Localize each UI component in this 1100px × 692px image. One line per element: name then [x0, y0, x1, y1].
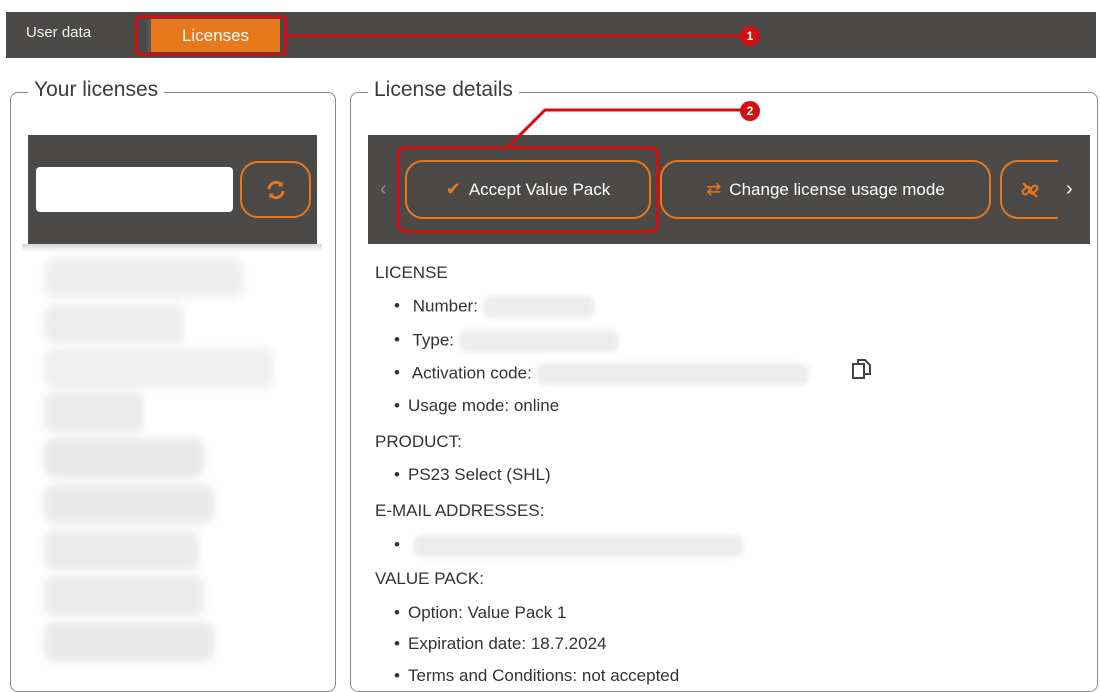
value-pack-heading: VALUE PACK: [375, 569, 484, 588]
list-shadow [22, 244, 322, 252]
license-details-title: License details [368, 78, 519, 102]
email-value [412, 535, 743, 557]
list-item[interactable] [44, 484, 214, 524]
license-heading: LICENSE [375, 263, 448, 282]
scroll-right-icon[interactable]: › [1066, 178, 1073, 201]
license-number-item: Number: [394, 296, 595, 318]
license-list[interactable] [24, 252, 324, 682]
expiration-date-item: Expiration date: 18.7.2024 [394, 634, 606, 654]
callout-box-1 [135, 15, 287, 56]
list-item[interactable] [44, 530, 199, 570]
list-item[interactable] [44, 438, 204, 478]
unlink-icon [1021, 181, 1039, 198]
email-heading: E-MAIL ADDRESSES: [375, 501, 545, 520]
license-number-label: Number: [412, 296, 478, 316]
list-item[interactable] [44, 258, 244, 298]
callout-badge-2: 2 [740, 101, 760, 121]
scroll-left-icon[interactable]: ‹ [380, 178, 387, 201]
license-type-item: Type: [394, 330, 619, 352]
license-type-value [458, 330, 619, 352]
callout-line-2 [505, 108, 743, 150]
callout-badge-1: 1 [740, 26, 760, 46]
value-pack-option-item: Option: Value Pack 1 [394, 603, 566, 623]
copy-icon[interactable] [850, 358, 874, 382]
callout-box-2 [397, 146, 659, 233]
activation-code-value [536, 363, 809, 385]
callout-line-1 [287, 34, 742, 37]
terms-item: Terms and Conditions: not accepted [394, 666, 679, 686]
change-usage-mode-label: Change license usage mode [729, 179, 945, 199]
list-item[interactable] [44, 304, 184, 344]
refresh-button[interactable] [240, 161, 311, 218]
your-licenses-title: Your licenses [28, 78, 165, 102]
refresh-icon [267, 180, 284, 199]
unlink-button[interactable] [1000, 160, 1058, 219]
tab-user-data[interactable]: User data [26, 12, 91, 58]
product-item: PS23 Select (SHL) [394, 465, 551, 485]
list-item[interactable] [44, 576, 204, 616]
change-usage-mode-button[interactable]: ⇄ Change license usage mode [660, 160, 991, 219]
license-number-value [482, 296, 595, 318]
license-search-input[interactable] [36, 167, 233, 212]
usage-mode-item: Usage mode: online [394, 396, 559, 416]
product-heading: PRODUCT: [375, 432, 462, 451]
activation-code-label: Activation code: [411, 363, 532, 383]
email-item [394, 535, 743, 557]
swap-icon: ⇄ [706, 179, 722, 199]
list-item[interactable] [44, 348, 274, 388]
license-type-label: Type: [412, 330, 455, 350]
list-item[interactable] [44, 622, 214, 662]
list-item[interactable] [44, 392, 144, 432]
activation-code-item: Activation code: [394, 363, 809, 385]
